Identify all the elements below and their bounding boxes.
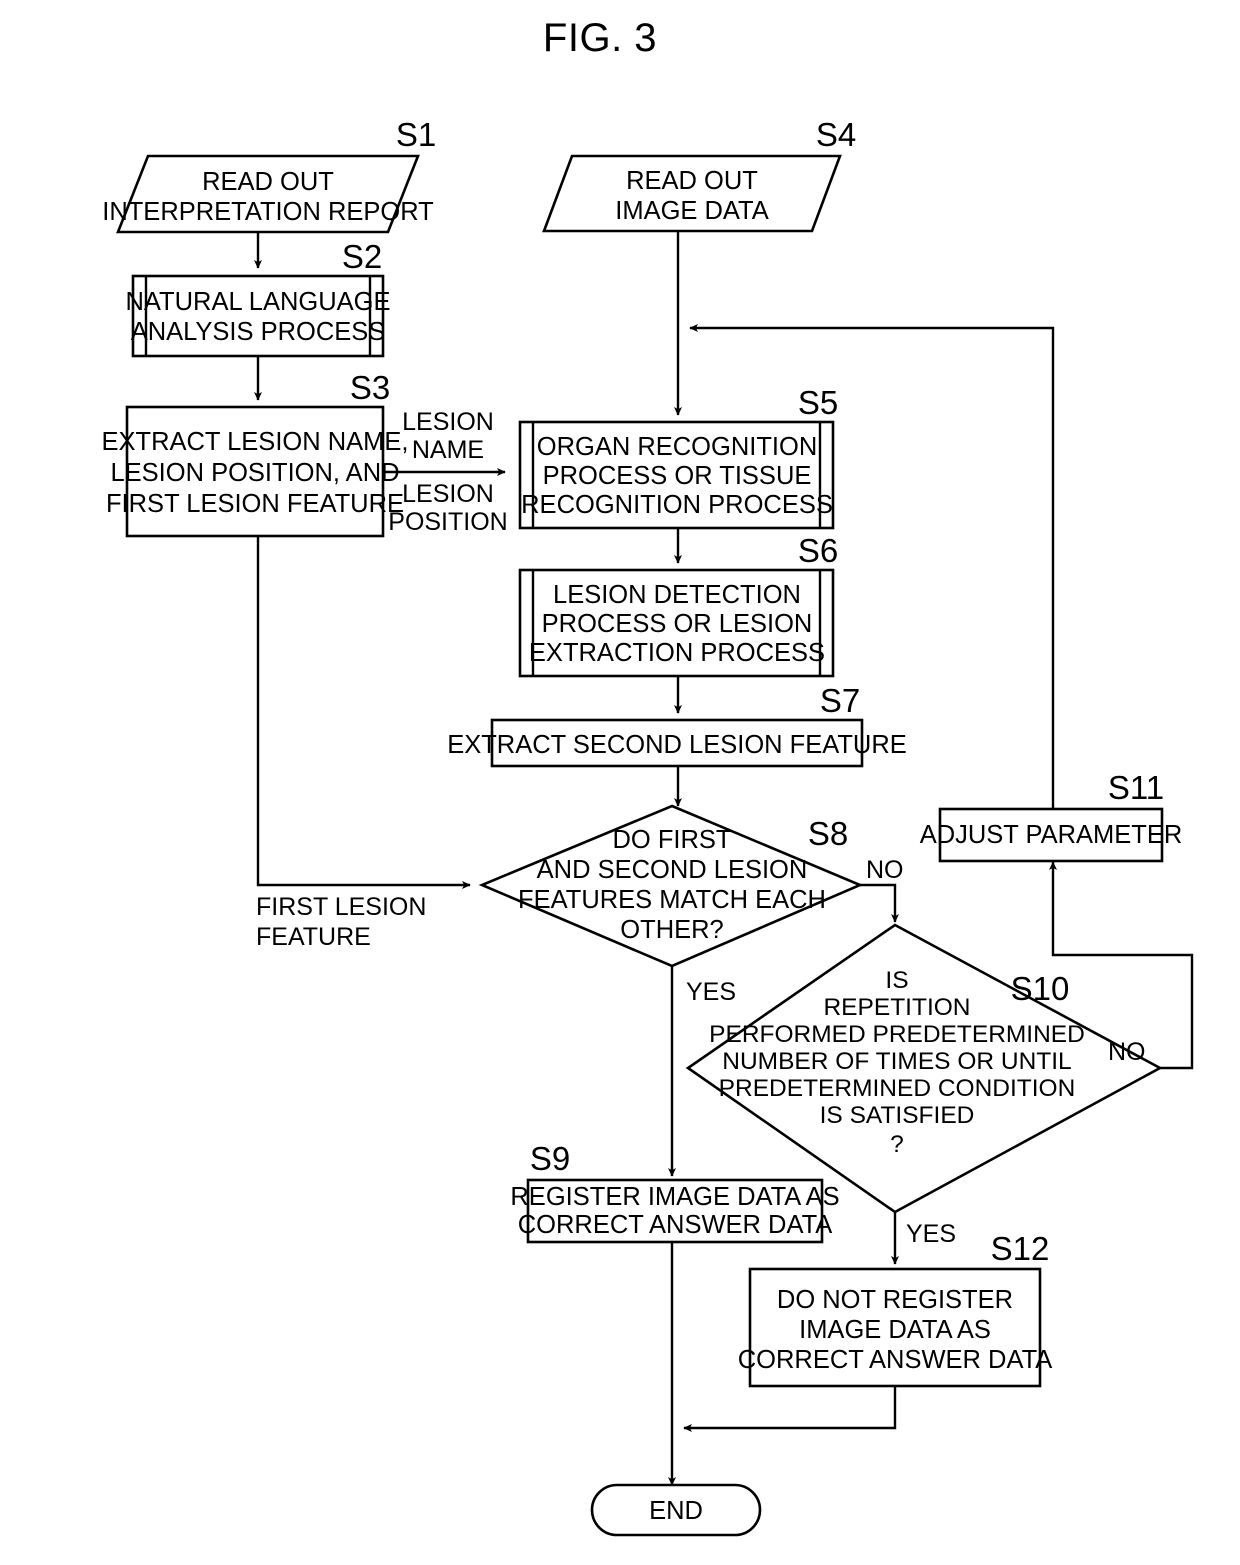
node-s8[interactable]: DO FIRST AND SECOND LESION FEATURES MATC… [478,804,864,968]
s12-line-3: CORRECT ANSWER DATA [738,1346,1053,1374]
connector-s8-no-to-s10 [860,883,899,923]
edge-label-first-lesion-feature-1: FIRST LESION [256,893,426,921]
node-s10[interactable]: IS REPETITION PERFORMED PREDETERMINED NU… [685,923,1163,1214]
s2-line-1: NATURAL LANGUAGE [126,288,391,316]
s9-line-1: REGISTER IMAGE DATA AS [510,1183,839,1211]
node-s9[interactable]: REGISTER IMAGE DATA AS CORRECT ANSWER DA… [510,1140,840,1244]
connector-s3-to-s8 [256,536,471,890]
s1-line-1: READ OUT [202,168,334,196]
s8-line-2: AND SECOND LESION [537,856,808,884]
node-s1[interactable]: READ OUT INTERPRETATION REPORT S1 [102,116,436,234]
s5-line-2: PROCESS OR TISSUE [543,462,812,490]
connector-s12-to-end [683,1386,897,1432]
s8-step-label: S8 [808,815,848,852]
node-s4[interactable]: READ OUT IMAGE DATA S4 [542,116,856,233]
s3-line-2: LESION POSITION, AND [110,459,399,487]
s7-line-1: EXTRACT SECOND LESION FEATURE [447,731,907,759]
node-s11[interactable]: ADJUST PARAMETER S11 [920,769,1183,863]
s10-line-7: ? [890,1131,904,1158]
s6-line-2: PROCESS OR LESION [542,610,813,638]
s10-line-1: IS [885,967,908,994]
s9-line-2: CORRECT ANSWER DATA [518,1211,833,1239]
s3-line-1: EXTRACT LESION NAME, [101,428,408,456]
edge-label-s8-yes: YES [686,978,736,1006]
s5-line-3: RECOGNITION PROCESS [521,491,833,519]
s11-line-1: ADJUST PARAMETER [920,821,1183,849]
node-end[interactable]: END [590,1483,762,1537]
edge-label-lesion-position-2: POSITION [388,508,507,536]
edge-label-lesion-name-1: LESION [402,408,494,436]
node-s3[interactable]: EXTRACT LESION NAME, LESION POSITION, AN… [101,369,409,538]
s10-line-6: IS SATISFIED [820,1102,975,1129]
s5-step-label: S5 [798,384,838,421]
flowchart-canvas: FIG. 3 READ OUT INTERPRETATION REPORT S1… [101,16,1194,1537]
s6-line-3: EXTRACTION PROCESS [529,639,825,667]
s4-line-2: IMAGE DATA [615,197,769,225]
edge-label-first-lesion-feature-2: FEATURE [256,923,371,951]
s1-line-2: INTERPRETATION REPORT [102,198,434,226]
s2-step-label: S2 [342,238,382,275]
s6-line-1: LESION DETECTION [553,581,801,609]
patent-figure-3: FIG. 3 READ OUT INTERPRETATION REPORT S1… [0,0,1240,1565]
edge-label-lesion-name-2: NAME [412,436,484,464]
s5-line-1: ORGAN RECOGNITION [537,433,818,461]
s10-line-2: REPETITION [823,994,970,1021]
s11-step-label: S11 [1108,769,1164,806]
s9-step-label: S9 [530,1140,570,1177]
s12-step-label: S12 [991,1230,1050,1267]
s10-step-label: S10 [1011,970,1070,1007]
s7-step-label: S7 [820,682,860,719]
end-label: END [649,1497,703,1525]
s4-step-label: S4 [816,116,856,153]
figure-title: FIG. 3 [543,16,657,60]
s3-line-3: FIRST LESION FEATURE [106,490,404,518]
s4-line-1: READ OUT [626,167,758,195]
s12-line-1: DO NOT REGISTER [777,1286,1013,1314]
s3-step-label: S3 [350,369,390,406]
edge-label-lesion-position-1: LESION [402,480,494,508]
s1-step-label: S1 [396,116,436,153]
edge-label-s10-yes: YES [906,1220,956,1248]
s8-line-1: DO FIRST [613,826,732,854]
s6-step-label: S6 [798,532,838,569]
s2-line-2: ANALYSIS PROCESS [131,318,386,346]
edge-label-s10-no: NO [1108,1038,1146,1066]
s12-line-2: IMAGE DATA AS [799,1316,991,1344]
s8-line-4: OTHER? [620,916,723,944]
s8-line-3: FEATURES MATCH EACH [518,886,826,914]
s10-line-5: PREDETERMINED CONDITION [719,1075,1076,1102]
s10-line-3: PERFORMED PREDETERMINED [709,1021,1085,1048]
s10-line-4: NUMBER OF TIMES OR UNTIL [722,1048,1071,1075]
edge-label-s8-no: NO [866,856,904,884]
